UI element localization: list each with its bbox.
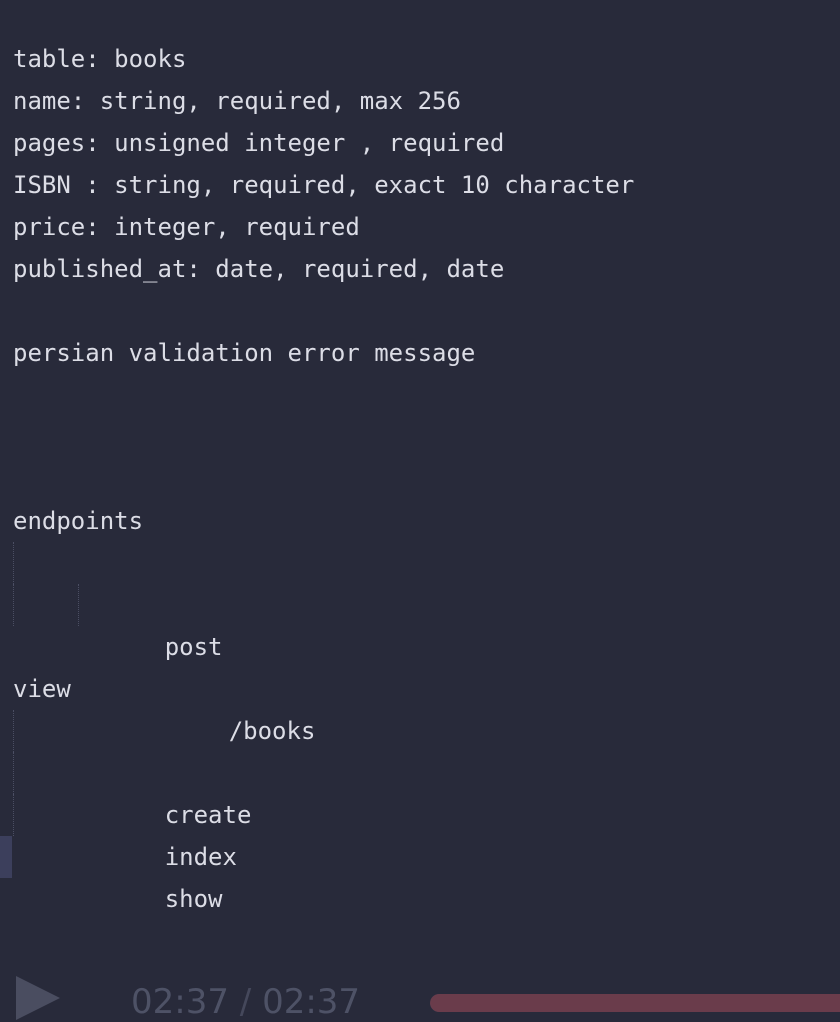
code-line-text: view [13, 675, 71, 703]
code-line: post [0, 542, 840, 661]
code-line-text: price: integer, required [13, 213, 360, 241]
current-line-highlight [0, 836, 12, 878]
progress-bar[interactable] [430, 994, 840, 1012]
code-line: published_at: date, required, date [0, 248, 840, 290]
time-separator: / [228, 982, 263, 1022]
total-time: 02:37 [262, 982, 361, 1022]
code-line: persian validation error message [0, 332, 840, 374]
code-line-text: endpoints [13, 507, 144, 535]
code-line-text: table: books [13, 45, 187, 73]
code-line: endpoints [0, 500, 840, 542]
code-editor[interactable]: table: books name: string, required, max… [0, 0, 840, 1017]
code-line: create [0, 710, 840, 829]
code-line: view [0, 668, 840, 710]
code-line: table: books [0, 38, 840, 80]
play-icon[interactable] [16, 976, 60, 1020]
current-time: 02:37 [131, 982, 229, 1022]
code-line: show [0, 794, 840, 913]
code-line-text: published_at: date, required, date [13, 255, 505, 283]
indent-guide [13, 710, 14, 752]
code-line-text: name: string, required, max 256 [13, 87, 461, 115]
indent-guide [13, 542, 14, 584]
indent-guide [13, 584, 14, 626]
code-line: price: integer, required [0, 206, 840, 248]
code-lines: table: books name: string, required, max… [0, 38, 840, 913]
indent-guide [13, 794, 14, 836]
indent-guide [78, 584, 79, 626]
time-display: 02:37 / 02:37 [131, 982, 360, 1022]
code-line-text: ISBN : string, required, exact 10 charac… [13, 171, 635, 199]
code-line-text: pages: unsigned integer , required [13, 129, 505, 157]
code-line-text: persian validation error message [13, 339, 476, 367]
code-line-text: show [164, 885, 223, 913]
code-line: name: string, required, max 256 [0, 80, 840, 122]
code-line: index [0, 752, 840, 871]
code-line: /books [0, 584, 840, 745]
code-line: pages: unsigned integer , required [0, 122, 840, 164]
code-line: ISBN : string, required, exact 10 charac… [0, 164, 840, 206]
indent-guide [13, 752, 14, 794]
video-player-controls: 02:37 / 02:37 [0, 960, 840, 1022]
code-line-text: index [164, 843, 237, 871]
progress-bar-fill [430, 994, 840, 1012]
